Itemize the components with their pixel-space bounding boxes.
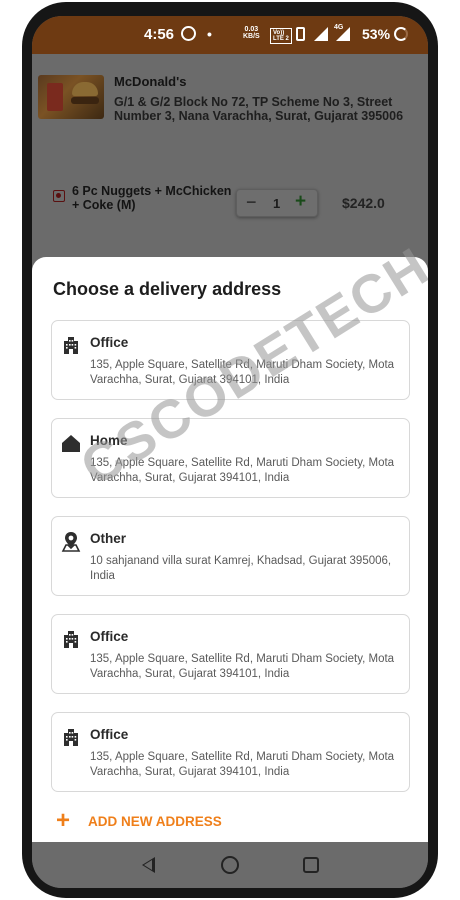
address-bottom-sheet: Choose a delivery address Office 135, Ap…: [32, 257, 428, 857]
item-price: $242.0: [342, 195, 385, 211]
status-bar: 4:56 • 0.03 KB/S Vo)) LTE 2 4G 53%: [32, 16, 428, 54]
battery-icon: [394, 27, 408, 41]
address-label: Other: [90, 531, 127, 546]
network-speed-unit: KB/S: [243, 33, 260, 40]
sheet-title: Choose a delivery address: [53, 279, 282, 299]
signal-icon: [314, 27, 328, 41]
location-pin-icon: [61, 532, 81, 552]
decrease-button[interactable]: −: [246, 192, 257, 213]
home-icon: [62, 435, 80, 452]
restaurant-address: G/1 & G/2 Block No 72, TP Scheme No 3, S…: [114, 95, 404, 123]
notification-dot-icon: •: [207, 26, 212, 42]
signal-icon-2: [336, 27, 350, 41]
bun-shape: [72, 82, 98, 96]
network-speed-value: 0.03: [244, 26, 259, 33]
address-text: 135, Apple Square, Satellite Rd, Maruti …: [90, 457, 395, 484]
address-label: Office: [90, 727, 129, 742]
address-card[interactable]: Office 135, Apple Square, Satellite Rd, …: [51, 712, 410, 792]
network-speed: 0.03 KB/S: [243, 26, 260, 40]
address-text: 135, Apple Square, Satellite Rd, Maruti …: [90, 751, 395, 778]
quantity-value: 1: [273, 196, 281, 211]
restaurant-name: McDonald's: [114, 74, 187, 89]
office-building-icon: [64, 729, 78, 746]
quantity-stepper[interactable]: − 1 +: [236, 189, 318, 217]
volte-line2: LTE 2: [273, 36, 289, 42]
add-new-address-label: ADD NEW ADDRESS: [88, 814, 222, 829]
address-card[interactable]: Home 135, Apple Square, Satellite Rd, Ma…: [51, 418, 410, 498]
system-nav-bar: [32, 842, 428, 888]
status-time: 4:56: [144, 26, 175, 43]
volte-icon: Vo)) LTE 2: [270, 28, 292, 44]
address-label: Office: [90, 335, 129, 350]
address-label: Office: [90, 629, 129, 644]
office-building-icon: [64, 631, 78, 648]
address-card[interactable]: Office 135, Apple Square, Satellite Rd, …: [51, 320, 410, 400]
non-veg-icon: [53, 190, 65, 202]
plus-icon: +: [56, 807, 71, 834]
office-building-icon: [64, 337, 78, 354]
whatsapp-icon: [181, 26, 196, 41]
address-text: 135, Apple Square, Satellite Rd, Maruti …: [90, 359, 395, 386]
address-card[interactable]: Other 10 sahjanand villa surat Kamrej, K…: [51, 516, 410, 596]
screen: 4:56 • 0.03 KB/S Vo)) LTE 2 4G 53% McDon…: [32, 16, 428, 888]
address-label: Home: [90, 433, 128, 448]
cart-background: McDonald's G/1 & G/2 Block No 72, TP Sch…: [32, 54, 428, 260]
home-nav-icon[interactable]: [221, 856, 239, 874]
address-card[interactable]: Office 135, Apple Square, Satellite Rd, …: [51, 614, 410, 694]
battery-percent: 53%: [362, 26, 391, 42]
address-text: 10 sahjanand villa surat Kamrej, Khadsad…: [90, 555, 392, 582]
patty-shape: [71, 97, 99, 104]
back-icon[interactable]: [142, 857, 155, 873]
recents-icon[interactable]: [303, 857, 319, 873]
cart-item-name: 6 Pc Nuggets + McChicken + Coke (M): [72, 184, 232, 212]
address-text: 135, Apple Square, Satellite Rd, Maruti …: [90, 653, 395, 680]
vibrate-icon: [296, 27, 305, 41]
restaurant-thumbnail: [38, 75, 104, 119]
increase-button[interactable]: +: [295, 191, 306, 213]
fries-shape: [47, 83, 63, 111]
